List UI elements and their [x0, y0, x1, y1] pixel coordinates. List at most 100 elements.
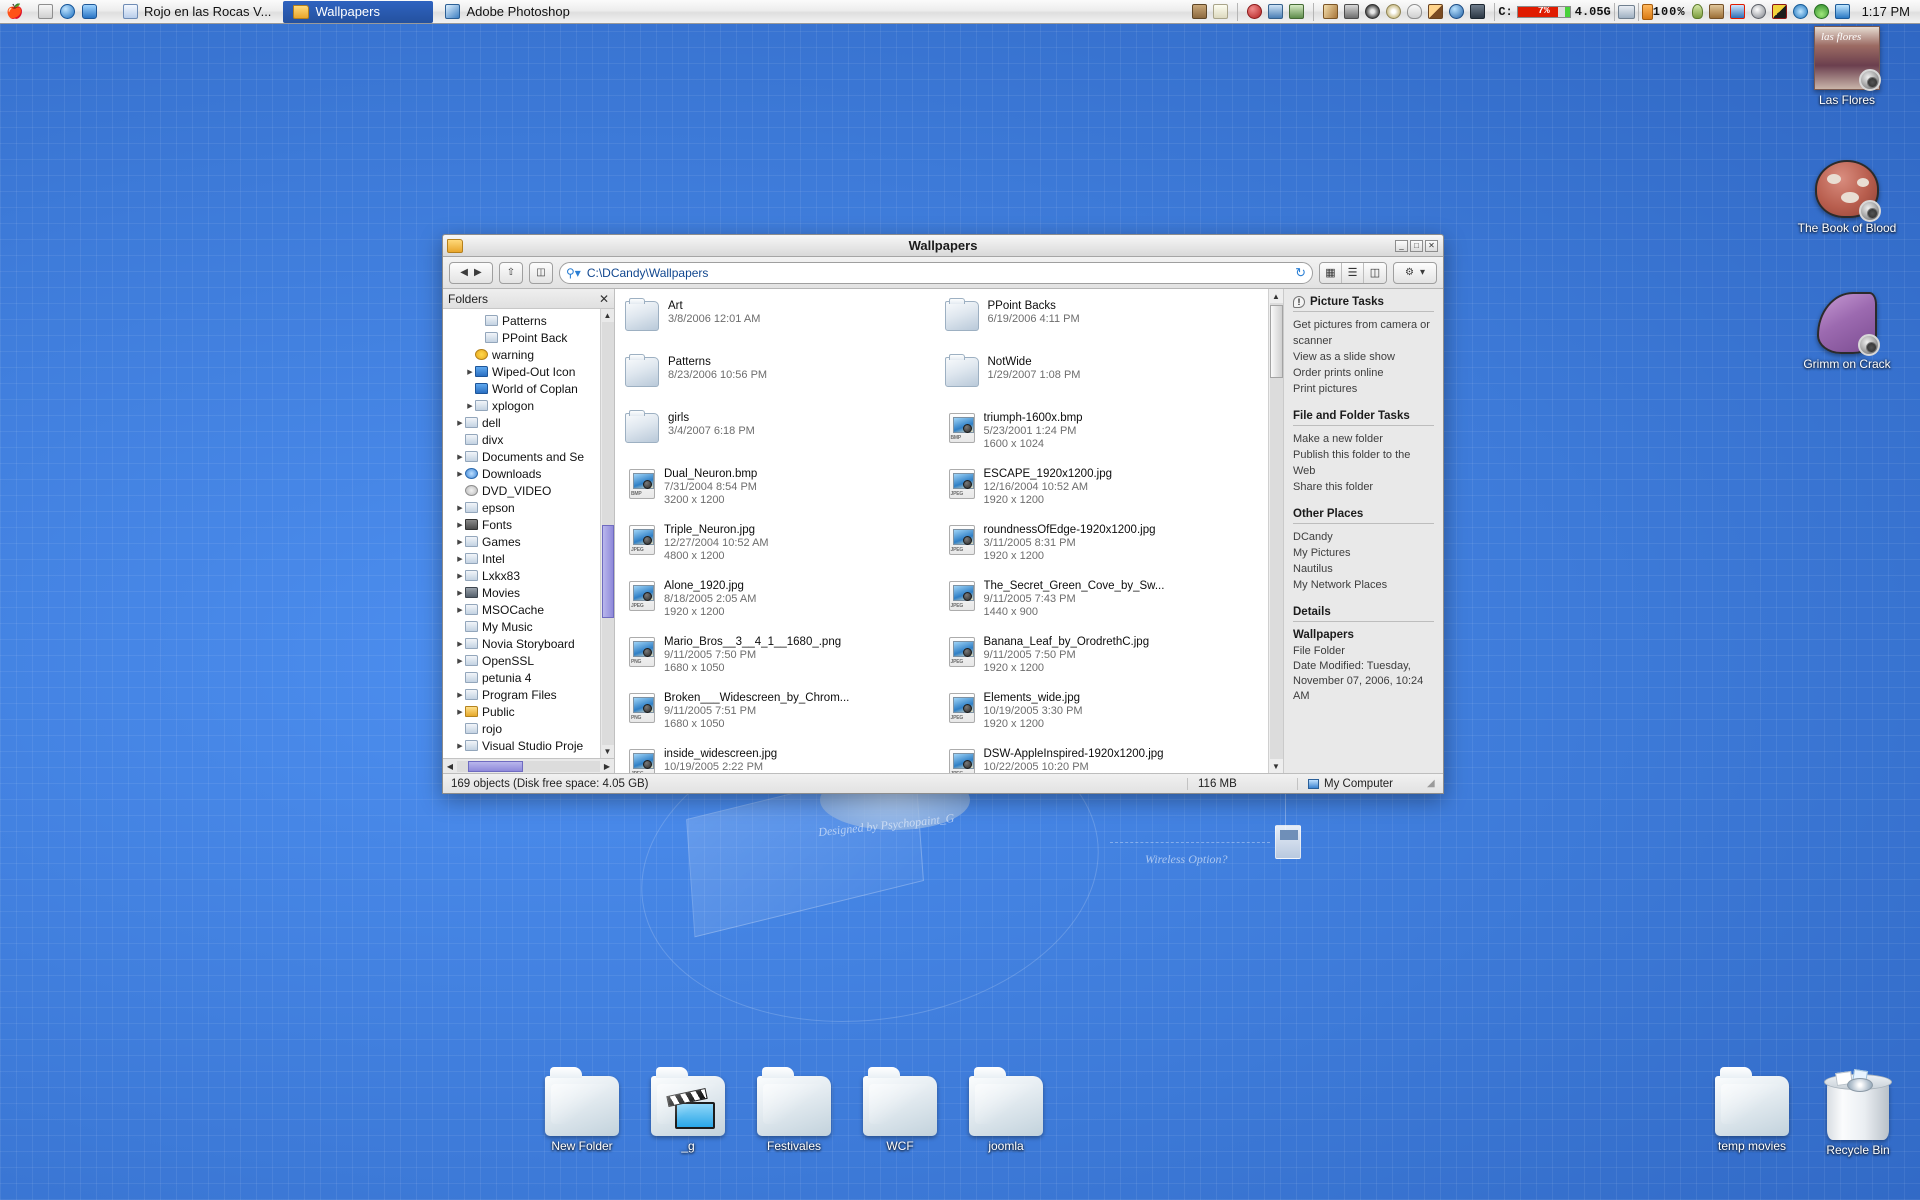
folder-tree-item[interactable]: ▶ dell — [443, 414, 600, 431]
system-tray-group-4[interactable] — [1686, 4, 1856, 19]
folder-tree-item[interactable]: ▶ xplogon — [443, 397, 600, 414]
apple-icon[interactable]: 🍎 — [0, 3, 30, 20]
folder-tree-item[interactable]: ▶ Fonts — [443, 516, 600, 533]
desktop-icon-wcf[interactable]: WCF — [848, 1067, 952, 1153]
file-task-link[interactable]: Publish this folder to the Web — [1293, 447, 1434, 479]
file-list-item[interactable]: girls 3/4/2007 6:18 PM — [625, 409, 945, 465]
folder-tree-item[interactable]: ▶ Downloads — [443, 465, 600, 482]
forward-arrow-icon[interactable]: ▶ — [474, 267, 482, 278]
system-tray-group-1[interactable] — [1186, 4, 1234, 19]
folders-pane-icon[interactable]: ◫ — [529, 261, 553, 284]
expand-arrow-icon[interactable]: ▶ — [455, 521, 465, 529]
book-icon[interactable] — [1192, 4, 1208, 19]
address-text[interactable]: C:\DCandy\Wallpapers — [587, 266, 709, 280]
desktop-icon-recycle-bin[interactable]: Recycle Bin — [1806, 1068, 1910, 1157]
file-list-item[interactable]: PPoint Backs 6/19/2006 4:11 PM — [944, 297, 1265, 353]
vscroll-track[interactable] — [601, 322, 614, 745]
picture-task-link[interactable]: Print pictures — [1293, 381, 1434, 397]
toolbar-options-button[interactable]: ⚙ ▾ — [1393, 261, 1437, 284]
picture-task-link[interactable]: Order prints online — [1293, 365, 1434, 381]
window-toolbar[interactable]: ◀ ▶ ⇧ ◫ ⚲▾ C:\DCandy\Wallpapers ↻ ▦ ☰ ◫ … — [443, 257, 1443, 289]
expand-arrow-icon[interactable]: ▶ — [455, 640, 465, 648]
desktop-icon-temp-movies[interactable]: temp movies — [1700, 1067, 1804, 1153]
file-list-item[interactable]: JPEG Alone_1920.jpg 8/18/2005 2:05 AM 1920 … — [625, 577, 945, 633]
file-list-item[interactable]: JPEG inside_widescreen.jpg10/19/2005 2:22… — [625, 745, 945, 773]
explorer-window[interactable]: Wallpapers _ □ ✕ ◀ ▶ ⇧ ◫ ⚲▾ C:\DCandy\Wa… — [442, 234, 1444, 794]
taskbar[interactable]: 🍎 Rojo en las Rocas V... Wallpapers Adob… — [0, 0, 1920, 24]
globe-icon[interactable] — [1449, 4, 1465, 19]
task-pane[interactable]: ! Picture Tasks Get pictures from camera… — [1283, 289, 1443, 773]
wireless-icon[interactable] — [1813, 4, 1829, 19]
scroll-up-arrow[interactable]: ▲ — [604, 309, 612, 322]
expand-arrow-icon[interactable]: ▶ — [455, 453, 465, 461]
expand-arrow-icon[interactable]: ▶ — [455, 606, 465, 614]
volume-mute-icon[interactable] — [1729, 4, 1745, 19]
folder-tree-item[interactable]: ▶ OpenSSL — [443, 652, 600, 669]
expand-arrow-icon[interactable]: ▶ — [455, 589, 465, 597]
system-tray-group-2[interactable] — [1241, 4, 1310, 19]
folders-pane[interactable]: Folders ✕ Patterns PPoint Back warning ▶ Wip… — [443, 289, 615, 773]
view-mode-group[interactable]: ▦ ☰ ◫ — [1319, 261, 1387, 284]
folder-tree-item[interactable]: My Music — [443, 618, 600, 635]
other-place-link[interactable]: My Pictures — [1293, 545, 1434, 561]
navigation-buttons[interactable]: ◀ ▶ — [449, 261, 493, 284]
vscroll-thumb[interactable] — [601, 525, 614, 619]
hscroll-track[interactable] — [457, 760, 600, 772]
ball-icon[interactable] — [1247, 4, 1263, 19]
expand-arrow-icon[interactable]: ▶ — [455, 708, 465, 716]
other-place-link[interactable]: My Network Places — [1293, 577, 1434, 593]
animal-icon[interactable] — [1708, 4, 1724, 19]
expand-arrow-icon[interactable]: ▶ — [465, 368, 475, 376]
close-icon[interactable]: ✕ — [599, 292, 609, 306]
file-grid[interactable]: Art 3/8/2006 12:01 AM PPoint Backs 6/19/200… — [615, 289, 1268, 773]
desktop-icon-festivales[interactable]: Festivales — [742, 1067, 846, 1153]
file-scroll-track[interactable] — [1269, 303, 1283, 759]
file-task-link[interactable]: Make a new folder — [1293, 431, 1434, 447]
expand-arrow-icon[interactable]: ▶ — [465, 402, 475, 410]
file-list-item[interactable]: JPEG roundnessOfEdge-1920x1200.jpg 3/11/20… — [945, 521, 1265, 577]
folder-tree-item[interactable]: divx — [443, 431, 600, 448]
file-list-item[interactable]: JPEG Triple_Neuron.jpg 12/27/2004 10:52 AM… — [625, 521, 945, 577]
folder-tree-item[interactable]: rojo — [443, 720, 600, 737]
file-list-item[interactable]: Art 3/8/2006 12:01 AM — [625, 297, 945, 353]
file-list-item[interactable]: Patterns 8/23/2006 10:56 PM — [625, 353, 945, 409]
file-tasks-list[interactable]: Make a new folder Publish this folder to … — [1293, 431, 1434, 495]
folder-tree-item[interactable]: ▶ epson — [443, 499, 600, 516]
desktop-icon-new-folder[interactable]: New Folder — [530, 1067, 634, 1153]
close-button[interactable]: ✕ — [1425, 239, 1438, 252]
system-tray-group-3[interactable] — [1317, 4, 1491, 19]
brush-icon[interactable] — [1323, 4, 1339, 19]
gear-blue-icon[interactable] — [1792, 4, 1808, 19]
expand-arrow-icon[interactable]: ▶ — [455, 504, 465, 512]
picture-task-link[interactable]: Get pictures from camera or scanner — [1293, 317, 1434, 349]
taskbar-clock[interactable]: 1:17 PM — [1856, 4, 1920, 19]
monitor-pen-icon[interactable] — [1268, 4, 1284, 19]
file-list-item[interactable]: NotWide 1/29/2007 1:08 PM — [944, 353, 1265, 409]
hscroll-thumb[interactable] — [468, 760, 523, 772]
other-place-link[interactable]: Nautilus — [1293, 561, 1434, 577]
file-list-scrollbar[interactable]: ▲ ▼ — [1268, 289, 1283, 773]
desktop-icon-las-flores[interactable]: las flores Las Flores — [1795, 26, 1899, 107]
notebook-pen-icon[interactable] — [1289, 4, 1305, 19]
file-list-item[interactable]: PNG Broken___Widescreen_by_Chrom... 9/11/2… — [625, 689, 945, 745]
up-arrow-icon[interactable]: ⇧ — [499, 261, 523, 284]
expand-arrow-icon[interactable]: ▶ — [455, 555, 465, 563]
scroll-right-arrow[interactable]: ▶ — [600, 762, 614, 771]
file-list-item[interactable]: JPEG The_Secret_Green_Cove_by_Sw... 9/11/2… — [945, 577, 1265, 633]
folder-tree-item[interactable]: ▶ Games — [443, 533, 600, 550]
folder-tree-item[interactable]: petunia 4 — [443, 669, 600, 686]
address-bar[interactable]: ⚲▾ C:\DCandy\Wallpapers ↻ — [559, 261, 1313, 284]
window-title-bar[interactable]: Wallpapers _ □ ✕ — [443, 235, 1443, 257]
file-list-item[interactable]: BMP Dual_Neuron.bmp 7/31/2004 8:54 PM 3200 … — [625, 465, 945, 521]
chevron-down-icon[interactable]: ▾ — [1420, 267, 1425, 278]
disc-icon[interactable] — [1386, 4, 1402, 19]
battery-icon[interactable] — [1641, 3, 1653, 20]
details-view-icon[interactable]: ◫ — [1364, 262, 1386, 283]
folder-tree[interactable]: Patterns PPoint Back warning ▶ Wiped-Out Ico… — [443, 309, 600, 758]
folder-tree-item[interactable]: ▶ Program Files — [443, 686, 600, 703]
taskbar-task-photoshop[interactable]: Adobe Photoshop — [435, 1, 585, 23]
file-list-item[interactable]: BMP triumph-1600x.bmp 5/23/2001 1:24 PM 160… — [945, 409, 1265, 465]
folder-tree-hscrollbar[interactable]: ◀ ▶ — [443, 758, 614, 773]
folder-tree-item[interactable]: warning — [443, 346, 600, 363]
show-desktop-icon[interactable] — [38, 4, 53, 19]
